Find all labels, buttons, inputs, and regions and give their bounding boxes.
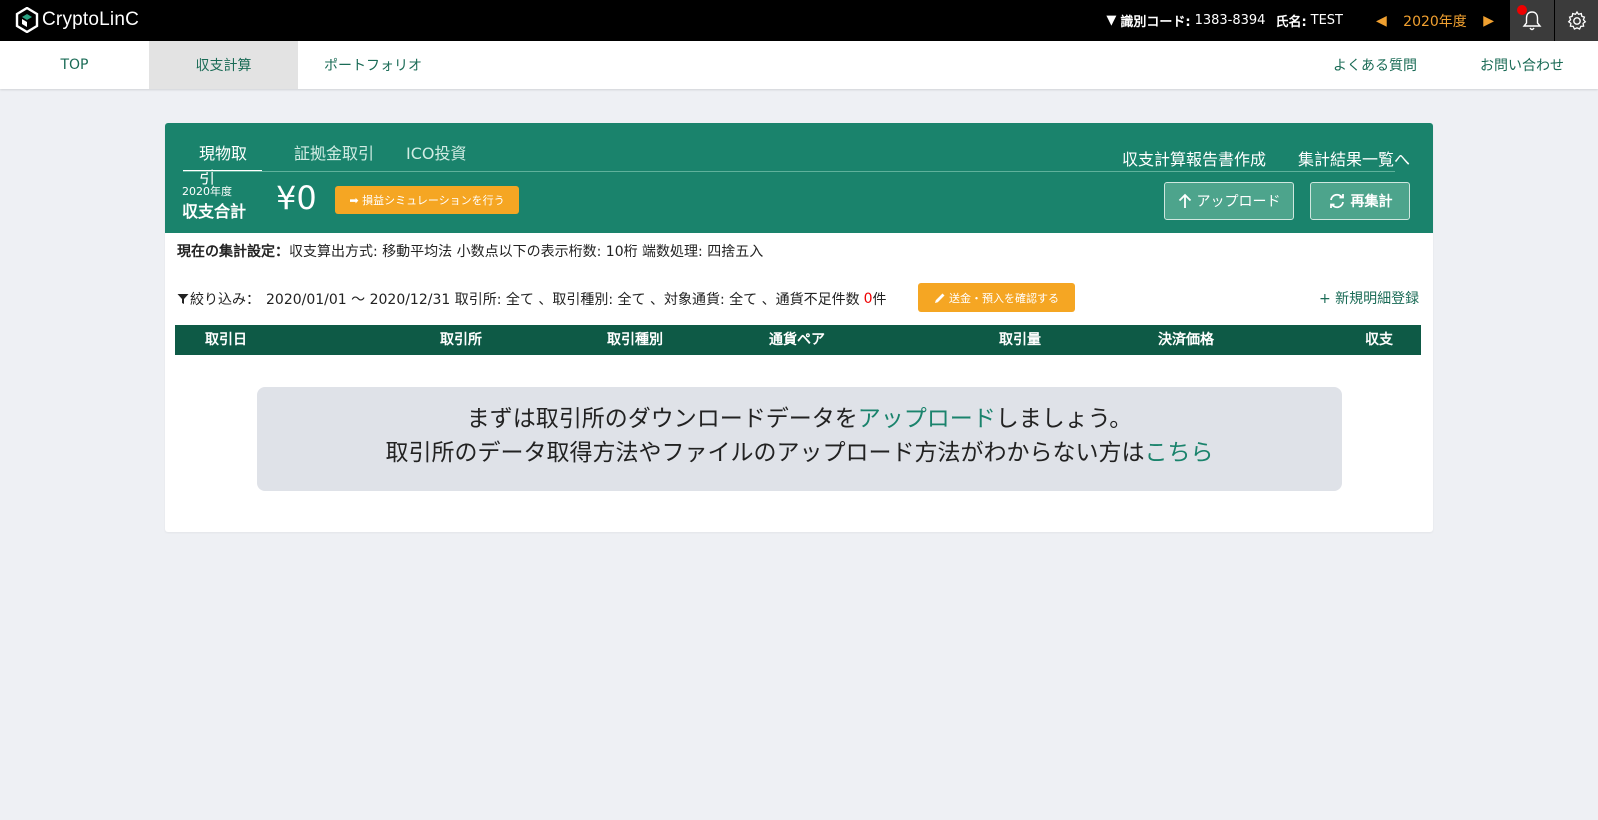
income-card: 現物取引 証拠金取引 ICO投資 収支計算報告書作成 集計結果一覧へ 2020年… xyxy=(165,123,1433,532)
tab-divider xyxy=(183,171,1395,172)
notice-line-1-text-before: まずは取引所のダウンロードデータを xyxy=(466,406,858,432)
fiscal-year-value: 2020年度 xyxy=(1403,13,1467,30)
tab-margin-trading[interactable]: 証拠金取引 xyxy=(294,140,374,172)
settings-text: 収支算出方式: 移動平均法 小数点以下の表示桁数: 10桁 端数処理: 四捨五入 xyxy=(289,244,764,260)
gear-icon xyxy=(1567,10,1586,30)
col-currency-pair[interactable]: 通貨ペア xyxy=(769,325,825,355)
id-code-value: 1383-8394 xyxy=(1194,13,1266,28)
nav-income-calc[interactable]: 収支計算 xyxy=(149,41,298,89)
nav-top[interactable]: TOP xyxy=(0,41,149,89)
tab-spot-trading[interactable]: 現物取引 xyxy=(183,140,262,187)
year-selector: ◀ 2020年度 ▶ xyxy=(1370,0,1500,41)
id-code-label: 識別コード: xyxy=(1120,15,1191,30)
shortage-count-unit: 件 xyxy=(872,292,887,308)
upload-button[interactable]: アップロード xyxy=(1164,182,1294,220)
filter-icon xyxy=(177,294,189,304)
total-value: ¥0 xyxy=(276,179,317,217)
main-nav: TOP 収支計算 ポートフォリオ よくある質問 お問い合わせ xyxy=(0,41,1598,89)
logo-text: CryptoLinC xyxy=(42,9,140,30)
upload-notice: まずは取引所のダウンロードデータをアップロードしましょう。 取引所のデータ取得方… xyxy=(257,387,1342,491)
nav-portfolio[interactable]: ポートフォリオ xyxy=(298,41,448,89)
notification-button[interactable] xyxy=(1510,0,1554,41)
filter-text: 2020/01/01 〜 2020/12/31 取引所: 全て 、取引種別: 全… xyxy=(266,292,860,308)
refresh-icon xyxy=(1329,193,1344,209)
notice-help-link[interactable]: こちら xyxy=(1145,440,1214,466)
recalculate-button-label: 再集計 xyxy=(1350,194,1393,210)
transactions-table-header: 取引日 取引所 取引種別 通貨ペア 取引量 決済価格 収支 xyxy=(175,325,1421,355)
col-amount[interactable]: 取引量 xyxy=(999,325,1041,355)
notice-line-1-text-after: しましょう。 xyxy=(995,406,1133,432)
card-header: 現物取引 証拠金取引 ICO投資 収支計算報告書作成 集計結果一覧へ 2020年… xyxy=(165,123,1433,233)
user-name-label: 氏名: xyxy=(1275,15,1307,30)
confirm-transfers-button[interactable]: 送金・預入を確認する xyxy=(918,283,1075,312)
create-report-link[interactable]: 収支計算報告書作成 xyxy=(1122,146,1266,170)
notice-line-2: 取引所のデータ取得方法やファイルのアップロード方法がわからない方はこちら xyxy=(257,436,1342,470)
notification-badge xyxy=(1517,5,1527,15)
arrow-up-icon xyxy=(1178,193,1191,208)
user-info[interactable]: ▼ 識別コード: 1383-8394 氏名: TEST xyxy=(1106,0,1343,41)
col-settlement-price[interactable]: 決済価格 xyxy=(1158,325,1214,355)
nav-faq[interactable]: よくある質問 xyxy=(1305,41,1445,89)
shortage-count: 0 xyxy=(863,291,873,307)
new-entry-link[interactable]: + 新規明細登録 xyxy=(1319,288,1419,308)
results-list-link[interactable]: 集計結果一覧へ xyxy=(1298,146,1410,170)
settings-label: 現在の集計設定： xyxy=(177,244,289,260)
user-name-value: TEST xyxy=(1310,13,1343,28)
notice-line-1: まずは取引所のダウンロードデータをアップロードしましょう。 xyxy=(257,402,1342,436)
confirm-transfers-label: 送金・預入を確認する xyxy=(949,291,1059,305)
col-trade-date[interactable]: 取引日 xyxy=(205,325,247,355)
pencil-icon xyxy=(935,293,945,303)
next-year-icon[interactable]: ▶ xyxy=(1483,13,1494,29)
nav-contact[interactable]: お問い合わせ xyxy=(1452,41,1592,89)
upload-button-label: アップロード xyxy=(1196,194,1281,210)
fiscal-year-label: 2020年度 xyxy=(182,185,232,198)
recalculate-button[interactable]: 再集計 xyxy=(1310,182,1410,220)
total-label: 収支合計 xyxy=(182,202,247,221)
top-bar: CryptoLinC ▼ 識別コード: 1383-8394 氏名: TEST ◀… xyxy=(0,0,1598,41)
col-trade-type[interactable]: 取引種別 xyxy=(607,325,663,355)
dropdown-triangle-icon: ▼ xyxy=(1106,13,1117,28)
logo[interactable]: CryptoLinC xyxy=(14,6,139,34)
settings-button[interactable] xyxy=(1555,0,1598,41)
col-profit-loss[interactable]: 収支 xyxy=(1365,325,1393,355)
simulation-button[interactable]: ➡ 損益シミュレーションを行う xyxy=(335,186,519,214)
notice-upload-link[interactable]: アップロード xyxy=(858,406,996,432)
col-exchange[interactable]: 取引所 xyxy=(440,325,482,355)
current-settings: 現在の集計設定：収支算出方式: 移動平均法 小数点以下の表示桁数: 10桁 端数… xyxy=(177,241,763,261)
filter-label: 絞り込み： xyxy=(190,292,260,308)
prev-year-icon[interactable]: ◀ xyxy=(1376,13,1387,29)
cryptolinc-logo-icon xyxy=(15,7,39,33)
filter-summary: 絞り込み： 2020/01/01 〜 2020/12/31 取引所: 全て 、取… xyxy=(177,289,887,309)
tab-ico-investment[interactable]: ICO投資 xyxy=(406,140,467,172)
notice-line-2-text: 取引所のデータ取得方法やファイルのアップロード方法がわからない方は xyxy=(385,440,1145,466)
